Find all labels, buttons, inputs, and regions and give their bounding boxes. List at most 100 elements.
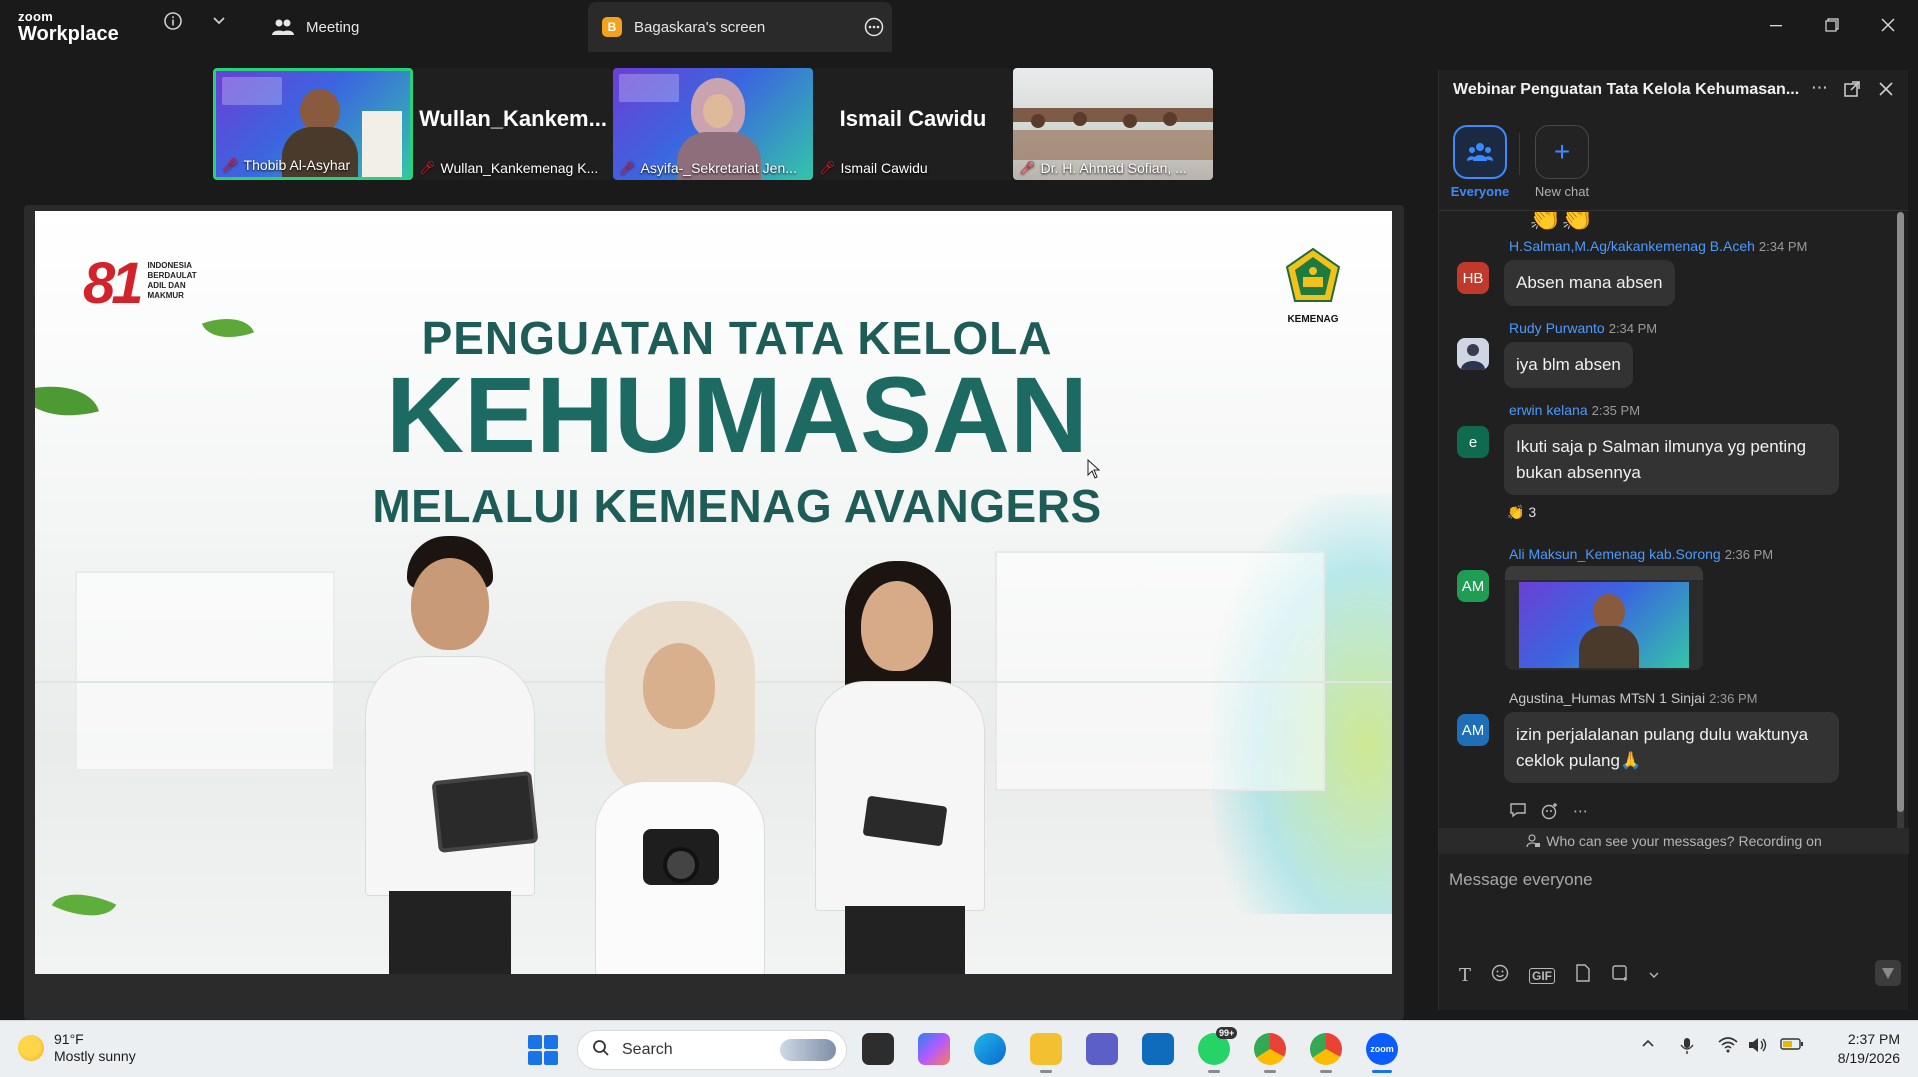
message-time: 2:36 PM <box>1709 691 1758 706</box>
message-time: 2:35 PM <box>1591 403 1641 418</box>
add-reaction-icon[interactable] <box>1541 802 1559 824</box>
participant-tile[interactable]: 🎤︎ Asyifa-_Sekretariat Jen... <box>613 68 813 180</box>
participant-display-name: Wullan_Kankem... <box>419 106 607 131</box>
copilot-icon[interactable] <box>918 1033 950 1065</box>
chevron-down-icon[interactable] <box>212 13 226 32</box>
message-reaction[interactable]: 👏 3 <box>1507 504 1536 521</box>
participant-display-name: Ismail Cawidu <box>839 106 987 131</box>
sender-name: Rudy Purwanto <box>1509 320 1605 336</box>
search-highlight-icon <box>780 1039 836 1061</box>
participants-icon <box>272 18 294 36</box>
reply-icon[interactable] <box>1509 802 1527 824</box>
text-format-icon[interactable]: T <box>1459 965 1471 986</box>
wifi-icon[interactable] <box>1718 1037 1738 1058</box>
notification-badge: 99+ <box>1216 1027 1238 1039</box>
person-lock-icon <box>1526 834 1541 848</box>
windows-taskbar: 91°F Mostly sunny Search 99+ zoom 2:37 P <box>0 1020 1918 1077</box>
muted-mic-icon: 🎤︎ <box>819 160 836 175</box>
more-options-icon[interactable]: ⋯ <box>1573 802 1588 824</box>
close-window-button[interactable] <box>1868 10 1908 40</box>
restore-button[interactable] <box>1812 10 1852 40</box>
message-input[interactable] <box>1449 860 1899 900</box>
restore-icon <box>1825 18 1839 32</box>
privacy-notice-text: Who can see your messages? Recording on <box>1546 833 1822 849</box>
chat-scrollbar[interactable] <box>1897 212 1904 832</box>
minimize-button[interactable] <box>1756 10 1796 40</box>
tab-everyone[interactable]: Everyone <box>1445 125 1515 199</box>
volume-icon[interactable] <box>1748 1037 1768 1058</box>
muted-mic-icon: 🎤︎ <box>1019 160 1036 175</box>
file-icon[interactable] <box>1575 964 1591 987</box>
participant-tile[interactable]: 🎤︎ Thobib Al-Asyhar <box>213 68 413 180</box>
close-chat-icon[interactable] <box>1879 81 1893 101</box>
tab-meeting[interactable]: Meeting <box>272 2 359 52</box>
avatar: AM <box>1457 714 1489 746</box>
participant-name: 🎤︎ Asyifa-_Sekretariat Jen... <box>619 160 797 176</box>
start-button[interactable] <box>528 1035 558 1065</box>
privacy-notice[interactable]: Who can see your messages? Recording on <box>1439 828 1909 854</box>
more-options-icon[interactable] <box>864 17 884 37</box>
minimize-icon <box>1770 25 1782 27</box>
tab-shared-screen[interactable]: B Bagaskara's screen <box>588 2 892 52</box>
muted-mic-icon: 🎤︎ <box>619 160 636 175</box>
clap-reaction-icon: 👏 <box>1507 504 1525 520</box>
participant-tile[interactable]: Ismail Cawidu 🎤︎ Ismail Cawidu <box>813 68 1013 180</box>
hut-ri-81-logo: 81 INDONESIA BERDAULAT ADIL DAN MAKMUR <box>83 255 197 313</box>
avatar: AM <box>1457 570 1489 602</box>
participant-tile[interactable]: Wullan_Kankem... 🎤︎ Wullan_Kankemenag K..… <box>413 68 613 180</box>
screenshot-icon[interactable] <box>1611 964 1629 987</box>
microphone-icon[interactable] <box>1678 1037 1696 1060</box>
emoji-icon[interactable] <box>1491 964 1509 987</box>
reaction-count: 3 <box>1528 504 1537 520</box>
scrollbar-thumb[interactable] <box>1897 212 1904 812</box>
chrome-icon[interactable] <box>1254 1033 1286 1073</box>
participant-name: 🎤︎ Dr. H. Ahmad Sofian, ... <box>1019 160 1187 176</box>
teams-icon[interactable] <box>1086 1033 1118 1065</box>
message-time: 2:34 PM <box>1608 321 1658 336</box>
chat-title: Webinar Penguatan Tata Kelola Kehumasan.… <box>1453 81 1800 98</box>
meeting-info-icon[interactable] <box>163 11 183 36</box>
message-meta: Ali Maksun_Kemenag kab.Sorong 2:36 PM <box>1509 546 1773 562</box>
pop-out-icon[interactable] <box>1843 80 1861 103</box>
muted-mic-icon: 🎤︎ <box>222 157 239 172</box>
chevron-up-icon[interactable] <box>1641 1037 1655 1056</box>
chat-tabs: Everyone + New chat <box>1439 125 1909 200</box>
composer-toolbar: T GIF <box>1459 964 1659 987</box>
sender-name: H.Salman,M.Ag/kakankemenag B.Aceh <box>1509 238 1755 254</box>
tabs-divider <box>1519 133 1520 175</box>
whatsapp-icon[interactable]: 99+ <box>1198 1027 1238 1073</box>
sharer-badge: B <box>602 17 622 37</box>
chevron-down-icon[interactable] <box>1649 967 1659 985</box>
participant-name: 🎤︎ Ismail Cawidu <box>819 160 928 176</box>
outlook-icon[interactable] <box>1142 1033 1174 1065</box>
edge-icon[interactable] <box>974 1033 1006 1065</box>
message-bubble: izin perjalalanan pulang dulu waktunya c… <box>1504 712 1839 783</box>
plus-icon: + <box>1535 125 1589 179</box>
shared-slide: 81 INDONESIA BERDAULAT ADIL DAN MAKMUR K… <box>35 211 1392 974</box>
message-composer: T GIF <box>1439 860 1909 1000</box>
system-clock[interactable]: 2:37 PM 8/19/2026 <box>1810 1030 1900 1068</box>
taskbar-search[interactable]: Search <box>577 1030 847 1070</box>
weather-widget[interactable]: 91°F Mostly sunny <box>18 1031 136 1065</box>
tab-shared-screen-label: Bagaskara's screen <box>634 18 766 36</box>
zoom-icon[interactable]: zoom <box>1366 1033 1398 1073</box>
send-button[interactable] <box>1875 960 1901 986</box>
image-attachment[interactable] <box>1505 566 1703 670</box>
logo-line2: Workplace <box>18 23 119 45</box>
message-bubble: Absen mana absen <box>1504 260 1675 306</box>
task-view-icon[interactable] <box>862 1033 894 1065</box>
participant-name: 🎤︎ Wullan_Kankemenag K... <box>419 160 599 176</box>
more-options-icon[interactable]: ⋯ <box>1811 78 1828 98</box>
chrome-profile-icon[interactable] <box>1310 1033 1342 1073</box>
windows-logo-icon <box>528 1035 542 1049</box>
tab-new-chat[interactable]: + New chat <box>1527 125 1597 199</box>
logo-line1: zoom <box>18 9 54 24</box>
slide-office-window <box>995 551 1325 791</box>
file-explorer-icon[interactable] <box>1030 1033 1062 1073</box>
participant-tile[interactable]: 🎤︎ Dr. H. Ahmad Sofian, ... <box>1013 68 1213 180</box>
kemenag-emblem-icon <box>1285 247 1341 302</box>
chat-messages: 👏👏 HB H.Salman,M.Ag/kakankemenag B.Aceh 2… <box>1439 212 1909 840</box>
close-icon <box>1881 18 1895 32</box>
gif-button[interactable]: GIF <box>1529 967 1556 984</box>
battery-icon[interactable] <box>1780 1037 1804 1056</box>
